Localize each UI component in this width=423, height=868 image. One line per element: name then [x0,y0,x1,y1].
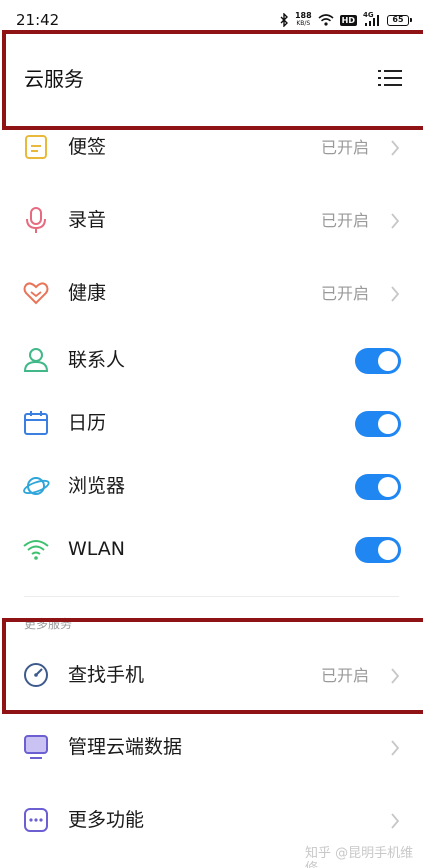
microphone-icon [26,207,46,233]
app-row-recorder[interactable]: 录音 已开启 [0,193,423,249]
wifi-icon [23,540,49,560]
status-icons: 188 KB/S HD 4G 65 [280,10,412,30]
monitor-icon [24,735,48,759]
find-phone-highlight-box [2,618,423,714]
app-row-label: 浏览器 [68,475,126,497]
contact-icon [23,348,49,372]
browser-planet-icon [23,477,50,495]
toggle-knob [378,351,398,371]
toggle-knob [378,477,398,497]
app-row-label: 联系人 [68,349,126,371]
wifi-status-icon [318,14,334,26]
app-row-browser: 浏览器 [0,459,423,515]
app-row-calendar: 日历 [0,396,423,452]
chevron-right-icon [391,140,400,156]
chevron-right-icon [391,813,400,829]
service-row-label: 更多功能 [68,809,145,831]
app-row-status: 已开启 [320,211,369,230]
app-row-health[interactable]: 健康 已开启 [0,266,423,322]
contacts-sync-toggle[interactable] [355,348,401,374]
service-row-more-features[interactable]: 更多功能 [0,793,423,849]
chevron-right-icon [391,740,400,756]
chevron-right-icon [391,286,400,302]
app-row-label: 录音 [68,209,107,231]
calendar-icon [24,411,48,435]
service-row-label: 管理云端数据 [68,736,183,758]
battery-indicator: 65 [387,14,412,26]
bluetooth-icon [280,13,288,27]
heart-icon [23,282,49,305]
browser-sync-toggle[interactable] [355,474,401,500]
app-row-contacts: 联系人 [0,333,423,389]
status-bar: 21:42 188 KB/S HD 4G 65 [0,0,423,30]
status-time: 21:42 [16,11,60,29]
wlan-sync-toggle[interactable] [355,537,401,563]
toggle-knob [378,414,398,434]
calendar-sync-toggle[interactable] [355,411,401,437]
watermark-text: 知乎 @昆明手机维修 [305,846,414,868]
app-row-status: 已开启 [320,284,369,303]
app-row-label: WLAN [68,538,126,560]
app-row-label: 健康 [68,282,107,304]
section-divider [24,596,399,597]
toggle-knob [378,540,398,560]
network-speed-unit: KB/S [296,20,311,27]
app-row-label: 便签 [68,136,107,158]
app-row-notes[interactable]: 便签 已开启 [0,120,423,176]
network-speed-value: 188 [294,11,312,20]
chevron-right-icon [391,213,400,229]
app-row-label: 日历 [68,412,107,434]
app-row-status: 已开启 [320,138,369,157]
cellular-signal-icon: 4G [363,11,381,27]
notes-icon [25,135,47,159]
hd-badge: HD [339,14,357,26]
header-highlight-box [2,30,423,130]
service-row-manage-cloud-data[interactable]: 管理云端数据 [0,720,423,776]
app-row-wlan: WLAN [0,522,423,578]
network-speed: 188 KB/S [295,12,312,28]
more-dots-icon [24,808,48,832]
